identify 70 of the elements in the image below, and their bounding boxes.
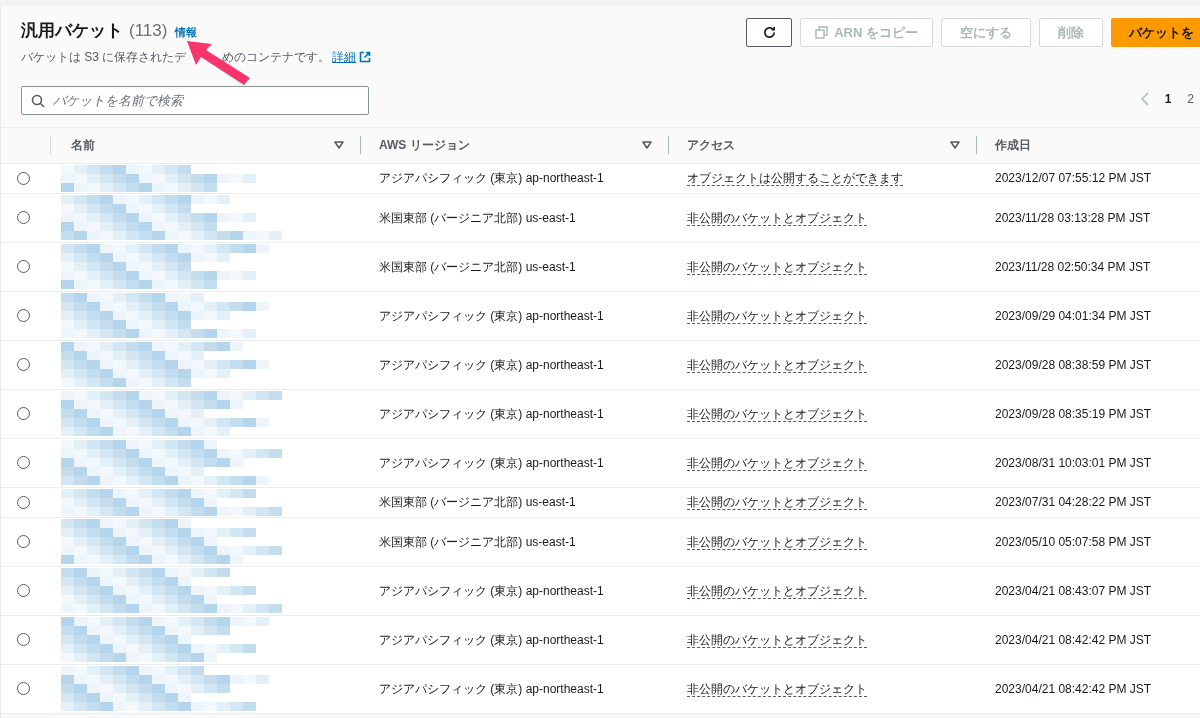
- radio-button[interactable]: [16, 358, 30, 371]
- details-link[interactable]: 詳細: [332, 47, 357, 66]
- radio-button[interactable]: [16, 682, 30, 695]
- table-cell: 2023/08/31 10:03:01 PM JST: [995, 455, 1152, 470]
- table-cell: 米国東部 (バージニア北部) us-east-1: [379, 495, 576, 509]
- radio-button[interactable]: [16, 260, 30, 273]
- radio-button[interactable]: [16, 407, 30, 420]
- search-field[interactable]: バケットを名前で検索: [21, 85, 369, 115]
- table-cell: アジアパシフィック (東京) ap-northeast-1: [379, 357, 604, 372]
- access-link[interactable]: 非公開のバケットとオブジェクト: [687, 534, 867, 550]
- table-cell: 2023/11/28 02:50:34 PM JST: [995, 259, 1151, 274]
- radio-button[interactable]: [16, 633, 30, 646]
- access-link[interactable]: 非公開のバケットとオブジェクト: [687, 210, 867, 226]
- description-text: バケットは S3 に保存されたデ: [21, 48, 187, 66]
- table-cell: 2023/04/21 08:43:07 PM JST: [995, 583, 1152, 598]
- sort-icon[interactable]: [334, 141, 344, 149]
- access-link[interactable]: 非公開のバケットとオブジェクト: [687, 495, 867, 510]
- description-text: めのコンテナです。: [222, 48, 331, 66]
- access-link[interactable]: 非公開のバケットとオブジェクト: [687, 308, 867, 324]
- column-header[interactable]: アクセス: [687, 136, 735, 154]
- radio-button[interactable]: [16, 309, 30, 322]
- table-cell: 2023/09/28 08:35:19 PM JST: [995, 406, 1152, 421]
- access-link[interactable]: 非公開のバケットとオブジェクト: [687, 455, 867, 471]
- table-cell: アジアパシフィック (東京) ap-northeast-1: [379, 681, 604, 696]
- access-link[interactable]: 非公開のバケットとオブジェクト: [687, 632, 867, 648]
- info-link[interactable]: 情報: [175, 24, 198, 41]
- table-cell: 2023/09/28 08:38:59 PM JST: [995, 357, 1152, 372]
- page-title: 汎用バケット: [21, 20, 123, 42]
- radio-button[interactable]: [16, 584, 30, 597]
- create-bucket-button[interactable]: バケットを: [1111, 18, 1200, 47]
- access-link[interactable]: オブジェクトは公開することができます: [687, 171, 903, 186]
- access-link[interactable]: 非公開のバケットとオブジェクト: [687, 406, 867, 422]
- refresh-icon: [761, 25, 777, 40]
- copy-icon: [815, 26, 829, 39]
- access-link[interactable]: 非公開のバケットとオブジェクト: [687, 259, 867, 275]
- radio-button[interactable]: [16, 171, 30, 185]
- table-cell: 米国東部 (バージニア北部) us-east-1: [379, 534, 576, 549]
- table-cell: アジアパシフィック (東京) ap-northeast-1: [379, 171, 604, 185]
- table-cell: アジアパシフィック (東京) ap-northeast-1: [379, 632, 604, 647]
- radio-button[interactable]: [16, 211, 30, 224]
- page-number[interactable]: 1: [1164, 90, 1172, 108]
- access-link[interactable]: 非公開のバケットとオブジェクト: [687, 357, 867, 373]
- table-cell: 2023/04/21 08:42:42 PM JST: [995, 681, 1152, 696]
- column-header[interactable]: 作成日: [995, 136, 1031, 154]
- column-header[interactable]: AWS リージョン: [379, 136, 470, 154]
- table-cell: 米国東部 (バージニア北部) us-east-1: [379, 210, 576, 225]
- table-cell: 2023/11/28 03:13:28 PM JST: [995, 210, 1151, 225]
- table-cell: アジアパシフィック (東京) ap-northeast-1: [379, 455, 604, 470]
- table-cell: 2023/09/29 04:01:34 PM JST: [995, 308, 1152, 323]
- search-icon: [31, 93, 45, 108]
- table-cell: 2023/05/10 05:07:58 PM JST: [995, 534, 1152, 549]
- external-link-icon[interactable]: [359, 50, 372, 63]
- sort-icon[interactable]: [642, 141, 652, 149]
- table-cell: 2023/07/31 04:28:22 PM JST: [995, 495, 1152, 509]
- table-cell: 2023/04/21 08:42:42 PM JST: [995, 632, 1152, 647]
- table-cell: 2023/12/07 07:55:12 PM JST: [995, 171, 1152, 185]
- radio-button[interactable]: [16, 495, 30, 509]
- radio-button[interactable]: [16, 456, 30, 469]
- refresh-button[interactable]: [746, 18, 793, 47]
- radio-button[interactable]: [16, 535, 30, 548]
- table-cell: アジアパシフィック (東京) ap-northeast-1: [379, 583, 604, 598]
- table-cell: アジアパシフィック (東京) ap-northeast-1: [379, 406, 604, 421]
- table-cell: アジアパシフィック (東京) ap-northeast-1: [379, 308, 604, 323]
- page-number[interactable]: 2: [1187, 90, 1194, 108]
- access-link[interactable]: 非公開のバケットとオブジェクト: [687, 583, 867, 599]
- bucket-count: (113): [129, 20, 168, 42]
- column-header[interactable]: 名前: [71, 136, 95, 154]
- access-link[interactable]: 非公開のバケットとオブジェクト: [687, 681, 867, 697]
- table-cell: 米国東部 (バージニア北部) us-east-1: [379, 259, 576, 274]
- sort-icon[interactable]: [950, 141, 960, 149]
